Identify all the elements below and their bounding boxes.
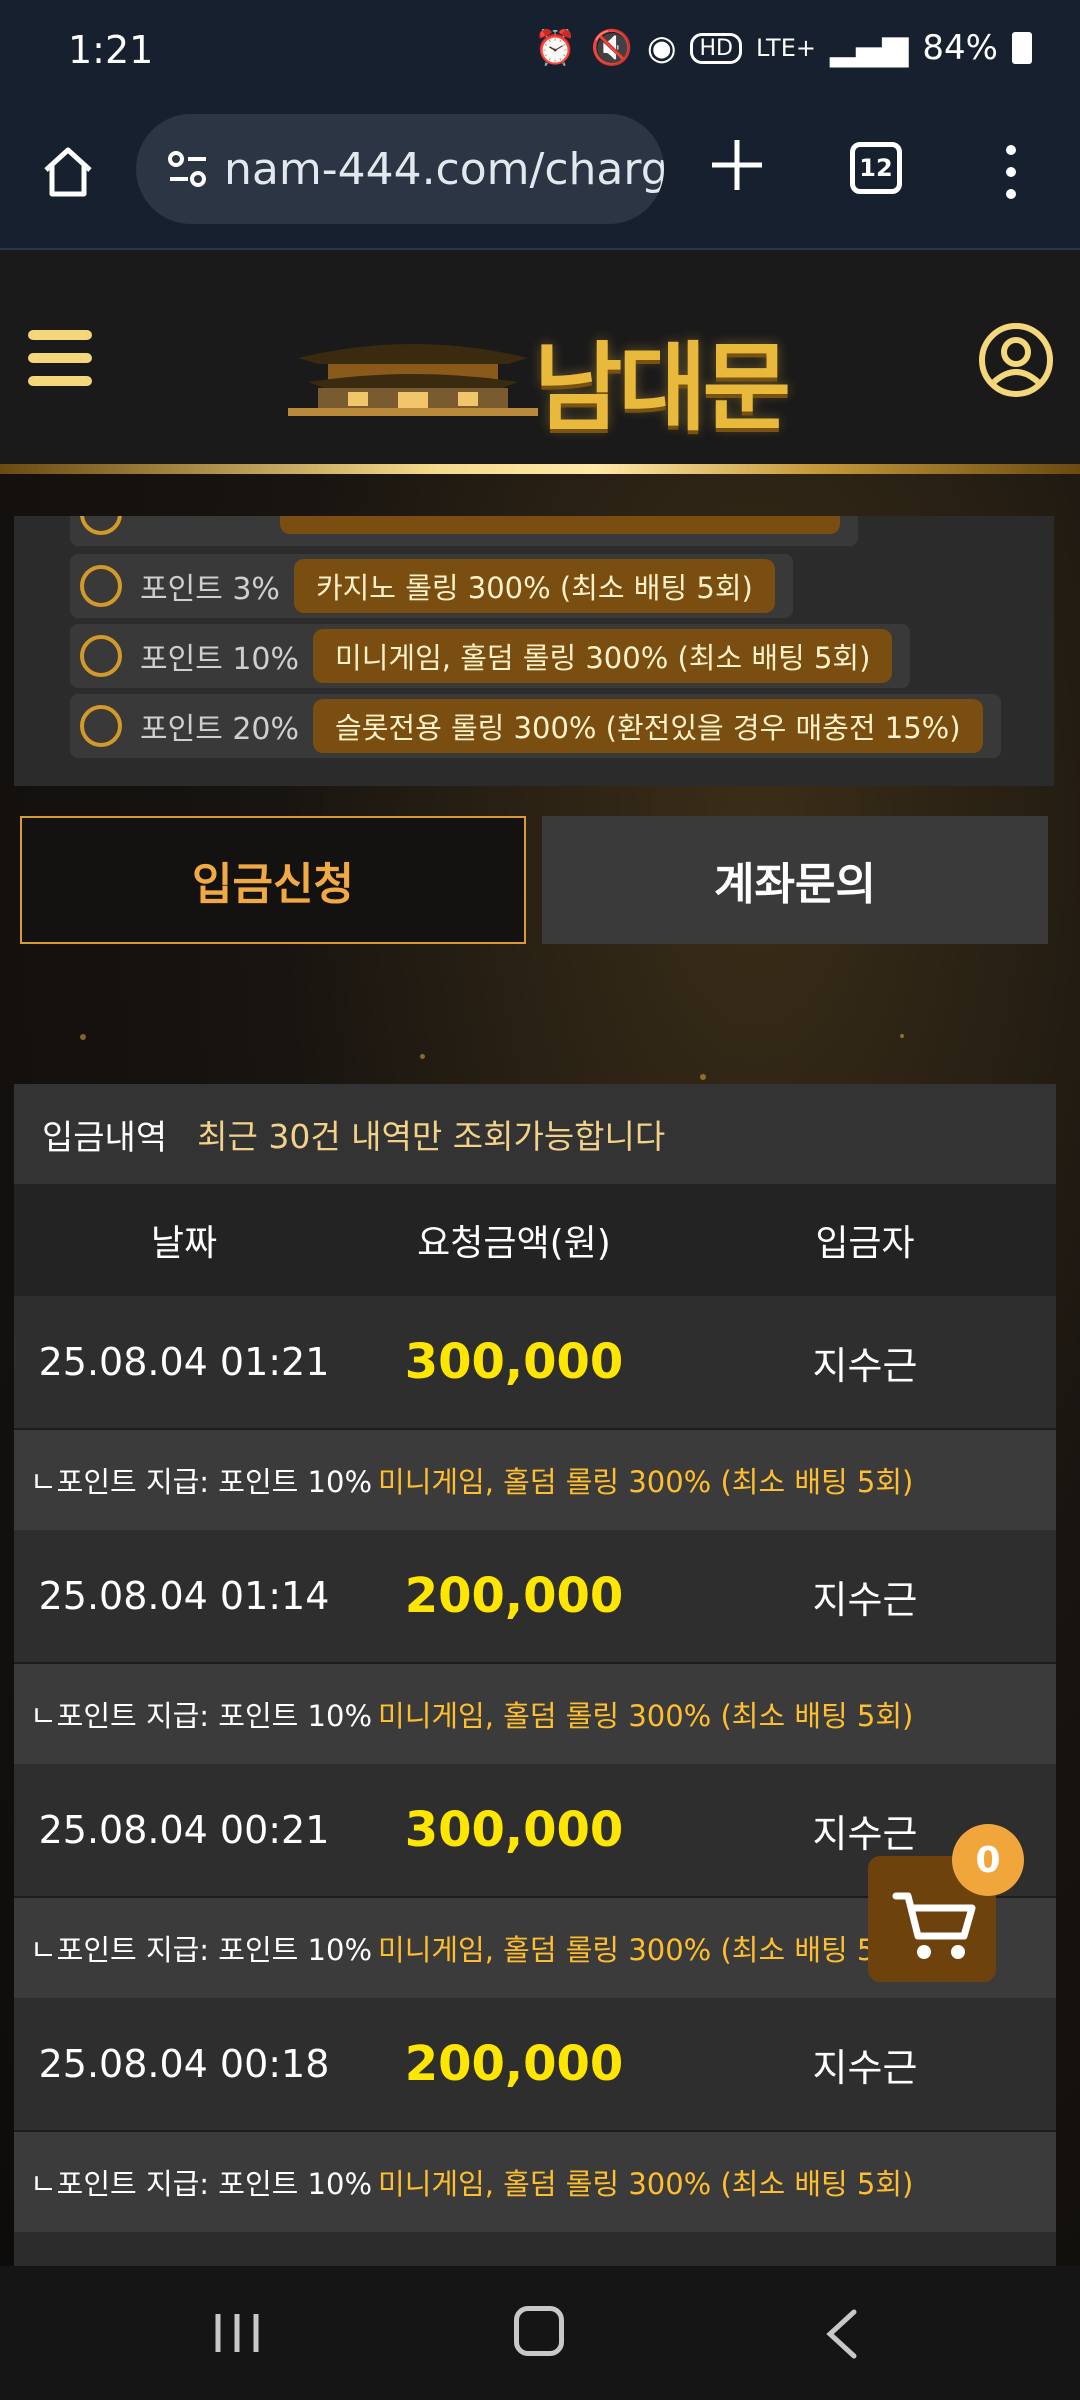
battery-percent: 84% [922, 28, 998, 68]
logo-text: 남대문 [534, 332, 791, 444]
site-settings-icon[interactable] [166, 148, 210, 192]
point-grant-label: ㄴ포인트 지급: 포인트 10% [30, 1465, 373, 1499]
row-date: 25.08.04 00:21 [38, 1808, 330, 1852]
point-grant-value: 미니게임, 홀덤 롤링 300% (최소 배팅 5회) [378, 1699, 914, 1733]
table-header: 날짜 요청금액(원) 입금자 [14, 1184, 1056, 1296]
tab-switcher-button[interactable]: 12 [850, 142, 902, 194]
point-option-partial[interactable] [70, 516, 858, 546]
hd-icon: HD [690, 32, 742, 64]
row-depositor: 지수근 [812, 2045, 918, 2090]
history-header: 입금내역 최근 30건 내역만 조회가능합니다 [14, 1084, 1056, 1184]
back-icon[interactable] [822, 2308, 862, 2360]
point-option-tag: 카지노 롤링 300% (최소 배팅 5회) [293, 559, 775, 613]
site-logo[interactable]: 남대문 [288, 310, 791, 444]
header-divider [0, 464, 1080, 474]
recent-apps-icon[interactable] [212, 2310, 262, 2356]
point-grant-value: 미니게임, 홀덤 롤링 300% (최소 배팅 5회) [378, 1465, 914, 1499]
point-grant-row: ㄴ포인트 지급: 포인트 10% 미니게임, 홀덤 롤링 300% (최소 배팅… [14, 1664, 1056, 1764]
user-account-icon[interactable] [978, 322, 1054, 398]
main-content: 포인트 3% 카지노 롤링 300% (최소 배팅 5회) 포인트 10% 미니… [0, 474, 1080, 2266]
column-amount: 요청금액(원) [417, 1223, 611, 1264]
new-tab-icon[interactable] [706, 134, 768, 196]
battery-icon [1012, 32, 1032, 64]
point-option-label: 포인트 3% [140, 572, 280, 607]
row-depositor: 지수근 [812, 1577, 918, 1622]
history-note: 최근 30건 내역만 조회가능합니다 [197, 1117, 666, 1156]
url-bar[interactable]: nam-444.com/charg [136, 114, 664, 224]
mute-icon: 🔇 [590, 28, 633, 68]
history-title: 입금내역 [42, 1117, 168, 1158]
status-icons: ⏰ 🔇 ◉ HD LTE+ ▂▄▆ 84% [534, 28, 1032, 68]
row-date: 25.08.04 01:21 [38, 1340, 330, 1384]
point-grant-label: ㄴ포인트 지급: 포인트 10% [30, 1699, 373, 1733]
radio-button[interactable] [80, 635, 122, 677]
status-bar: 1:21 ⏰ 🔇 ◉ HD LTE+ ▂▄▆ 84% [0, 0, 1080, 108]
row-amount: 200,000 [404, 1568, 624, 1624]
palace-gate-icon [288, 344, 538, 416]
deposit-history: 입금내역 최근 30건 내역만 조회가능합니다 날짜 요청금액(원) 입금자 2… [14, 1084, 1056, 2266]
column-date: 날짜 [150, 1223, 218, 1264]
point-grant-row: ㄴ포인트 지급: 포인트 10% 미니게임, 홀덤 롤링 300% (최소 배팅… [14, 1430, 1056, 1530]
tab-account-inquiry[interactable]: 계좌문의 [542, 816, 1048, 944]
home-nav-icon[interactable] [514, 2306, 564, 2356]
network-label: LTE+ [755, 34, 816, 62]
url-text: nam-444.com/charg [224, 144, 664, 195]
site-header: 남대문 [0, 252, 1080, 474]
point-option-label: 포인트 10% [140, 642, 300, 677]
table-row: 25.08.04 01:21 300,000 지수근 [14, 1296, 1056, 1430]
point-grant-label: ㄴ포인트 지급: 포인트 10% [30, 1933, 373, 1967]
point-options-panel: 포인트 3% 카지노 롤링 300% (최소 배팅 5회) 포인트 10% 미니… [14, 516, 1054, 786]
row-date: 25.08.04 00:18 [38, 2042, 330, 2086]
signal-icon: ▂▄▆ [829, 28, 909, 68]
point-option[interactable]: 포인트 3% 카지노 롤링 300% (최소 배팅 5회) [70, 554, 793, 618]
status-time: 1:21 [68, 28, 154, 72]
point-option[interactable]: 포인트 20% 슬롯전용 롤링 300% (환전있을 경우 매충전 15%) [70, 694, 1001, 758]
point-grant-value: 미니게임, 홀덤 롤링 300% (최소 배팅 5회) [378, 1933, 914, 1967]
point-option-label: 포인트 20% [140, 712, 300, 747]
point-grant-label: ㄴ포인트 지급: 포인트 10% [30, 2167, 373, 2201]
point-option-tag: 미니게임, 홀덤 롤링 300% (최소 배팅 5회) [313, 629, 893, 683]
point-grant-value: 미니게임, 홀덤 롤링 300% (최소 배팅 5회) [378, 2167, 914, 2201]
table-row: 25.08.04 00:18 200,000 지수근 [14, 1998, 1056, 2132]
column-depositor: 입금자 [815, 1223, 915, 1264]
row-amount: 300,000 [404, 1802, 624, 1858]
hamburger-menu-icon[interactable] [28, 330, 92, 386]
alarm-icon: ⏰ [534, 28, 577, 68]
radio-button[interactable] [80, 516, 122, 535]
system-nav-bar [0, 2266, 1080, 2400]
radio-button[interactable] [80, 705, 122, 747]
browser-toolbar: nam-444.com/charg 12 [0, 108, 1080, 250]
more-options-icon[interactable] [996, 144, 1026, 200]
point-grant-row: ㄴ포인트 지급: 포인트 10% 미니게임, 홀덤 롤링 300% (최소 배팅… [14, 2132, 1056, 2232]
home-icon[interactable] [38, 142, 98, 202]
row-date: 25.08.04 01:14 [38, 1574, 330, 1618]
cart-count-badge: 0 [952, 1824, 1024, 1896]
hotspot-icon: ◉ [646, 28, 677, 68]
row-amount: 300,000 [404, 1334, 624, 1390]
radio-button[interactable] [80, 565, 122, 607]
row-amount: 200,000 [404, 2036, 624, 2092]
row-depositor: 지수근 [812, 1343, 918, 1388]
point-option[interactable]: 포인트 10% 미니게임, 홀덤 롤링 300% (최소 배팅 5회) [70, 624, 911, 688]
point-option-tag: 슬롯전용 롤링 300% (환전있을 경우 매충전 15%) [313, 699, 983, 753]
tab-deposit-request[interactable]: 입금신청 [20, 816, 526, 944]
table-row: 25.08.04 01:14 200,000 지수근 [14, 1530, 1056, 1664]
